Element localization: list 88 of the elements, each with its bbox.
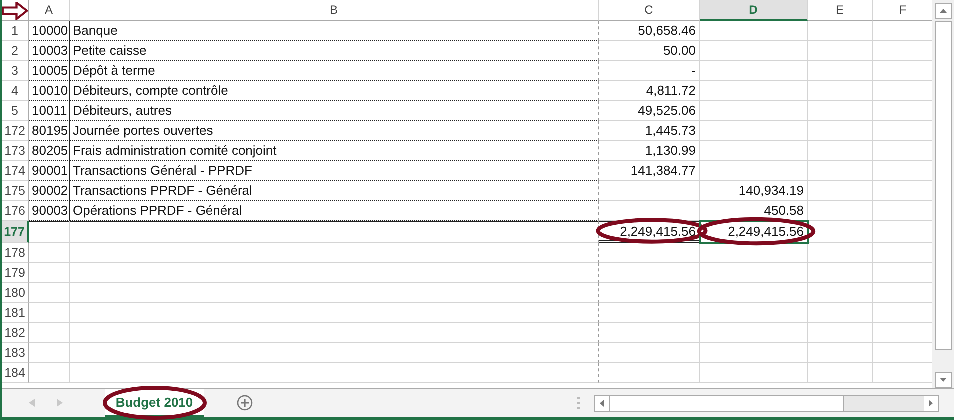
- table-cell: 141,384.77: [599, 161, 700, 181]
- empty-cell: [808, 303, 873, 323]
- empty-cell: [808, 41, 873, 61]
- row-header[interactable]: 184: [2, 363, 29, 383]
- empty-cell: [808, 243, 873, 263]
- empty-cell: [808, 61, 873, 81]
- empty-cell: [808, 343, 873, 363]
- table-cell: 10000: [29, 21, 70, 41]
- previous-sheet-icon[interactable]: [29, 399, 35, 407]
- table-cell: Frais administration comité conjoint: [70, 141, 599, 161]
- scroll-down-button[interactable]: [934, 372, 952, 388]
- table-cell: 50,658.46: [599, 21, 700, 41]
- empty-cell: [808, 221, 873, 243]
- row-header[interactable]: 172: [2, 121, 29, 141]
- table-cell: Opérations PPRDF - Général: [70, 201, 599, 221]
- caret-left-icon: [600, 400, 604, 406]
- table-cell: Journée portes ouvertes: [70, 121, 599, 141]
- empty-cell: [808, 101, 873, 121]
- table-cell: 80205: [29, 141, 70, 161]
- table-cell: 4,811.72: [599, 81, 700, 101]
- row-header[interactable]: 178: [2, 243, 29, 263]
- empty-cell: [808, 323, 873, 343]
- table-cell: 49,525.06: [599, 101, 700, 121]
- table-cell: 10005: [29, 61, 70, 81]
- scroll-left-button[interactable]: [595, 396, 609, 410]
- scroll-thumb[interactable]: [934, 21, 952, 350]
- table-cell: 140,934.19: [700, 181, 808, 201]
- row-header[interactable]: 180: [2, 283, 29, 303]
- empty-cell: [808, 21, 873, 41]
- table-cell: 1,445.73: [599, 121, 700, 141]
- table-cell: Dépôt à terme: [70, 61, 599, 81]
- scroll-right-button[interactable]: [924, 396, 938, 410]
- sheet-tab[interactable]: Budget 2010: [105, 389, 204, 417]
- table-cell: 50.00: [599, 41, 700, 61]
- table-cell: 90001: [29, 161, 70, 181]
- next-sheet-icon[interactable]: [57, 399, 63, 407]
- table-cell: 1,130.99: [599, 141, 700, 161]
- table-cell: Transactions PPRDF - Général: [70, 181, 599, 201]
- table-cell: 450.58: [700, 201, 808, 221]
- empty-cell: [808, 283, 873, 303]
- column-header[interactable]: E: [808, 0, 873, 21]
- empty-cell: [808, 363, 873, 383]
- caret-up-icon: [940, 9, 946, 13]
- add-sheet-icon[interactable]: [237, 395, 253, 411]
- column-header[interactable]: A: [29, 0, 70, 21]
- column-header[interactable]: C: [599, 0, 700, 21]
- empty-cell: [808, 81, 873, 101]
- row-header[interactable]: 181: [2, 303, 29, 323]
- scroll-up-button[interactable]: [934, 3, 952, 19]
- scroll-thumb[interactable]: [609, 396, 844, 410]
- row-header[interactable]: 5: [2, 101, 29, 121]
- table-cell: 10011: [29, 101, 70, 121]
- table-cell: 2,249,415.56: [700, 221, 808, 243]
- empty-cell: [808, 141, 873, 161]
- row-header[interactable]: 177: [2, 221, 29, 243]
- row-header[interactable]: 179: [2, 263, 29, 283]
- table-cell: Banque: [70, 21, 599, 41]
- row-header[interactable]: 174: [2, 161, 29, 181]
- empty-cell: [808, 263, 873, 283]
- row-header[interactable]: 182: [2, 323, 29, 343]
- row-header[interactable]: 2: [2, 41, 29, 61]
- table-cell: 10003: [29, 41, 70, 61]
- row-header[interactable]: 1: [2, 21, 29, 41]
- row-header[interactable]: 175: [2, 181, 29, 201]
- splitter-handle-icon[interactable]: [577, 397, 580, 409]
- row-header[interactable]: 4: [2, 81, 29, 101]
- table-cell: -: [599, 61, 700, 81]
- empty-cell: [808, 161, 873, 181]
- column-header[interactable]: B: [70, 0, 599, 21]
- empty-cell: [808, 181, 873, 201]
- table-cell: 80195: [29, 121, 70, 141]
- column-header[interactable]: D: [700, 0, 808, 21]
- table-cell: Débiteurs, autres: [70, 101, 599, 121]
- caret-right-icon: [929, 400, 933, 406]
- empty-cell: [808, 201, 873, 221]
- row-header[interactable]: 176: [2, 201, 29, 221]
- table-cell: Débiteurs, compte contrôle: [70, 81, 599, 101]
- empty-cell: [808, 121, 873, 141]
- table-cell: 90003: [29, 201, 70, 221]
- table-cell: 90002: [29, 181, 70, 201]
- row-header[interactable]: 3: [2, 61, 29, 81]
- table-cell: Petite caisse: [70, 41, 599, 61]
- table-cell: Transactions Général - PPRDF: [70, 161, 599, 181]
- table-cell: 10010: [29, 81, 70, 101]
- row-header[interactable]: 183: [2, 343, 29, 363]
- row-header[interactable]: 173: [2, 141, 29, 161]
- horizontal-scrollbar[interactable]: [594, 394, 939, 412]
- caret-down-icon: [940, 378, 946, 382]
